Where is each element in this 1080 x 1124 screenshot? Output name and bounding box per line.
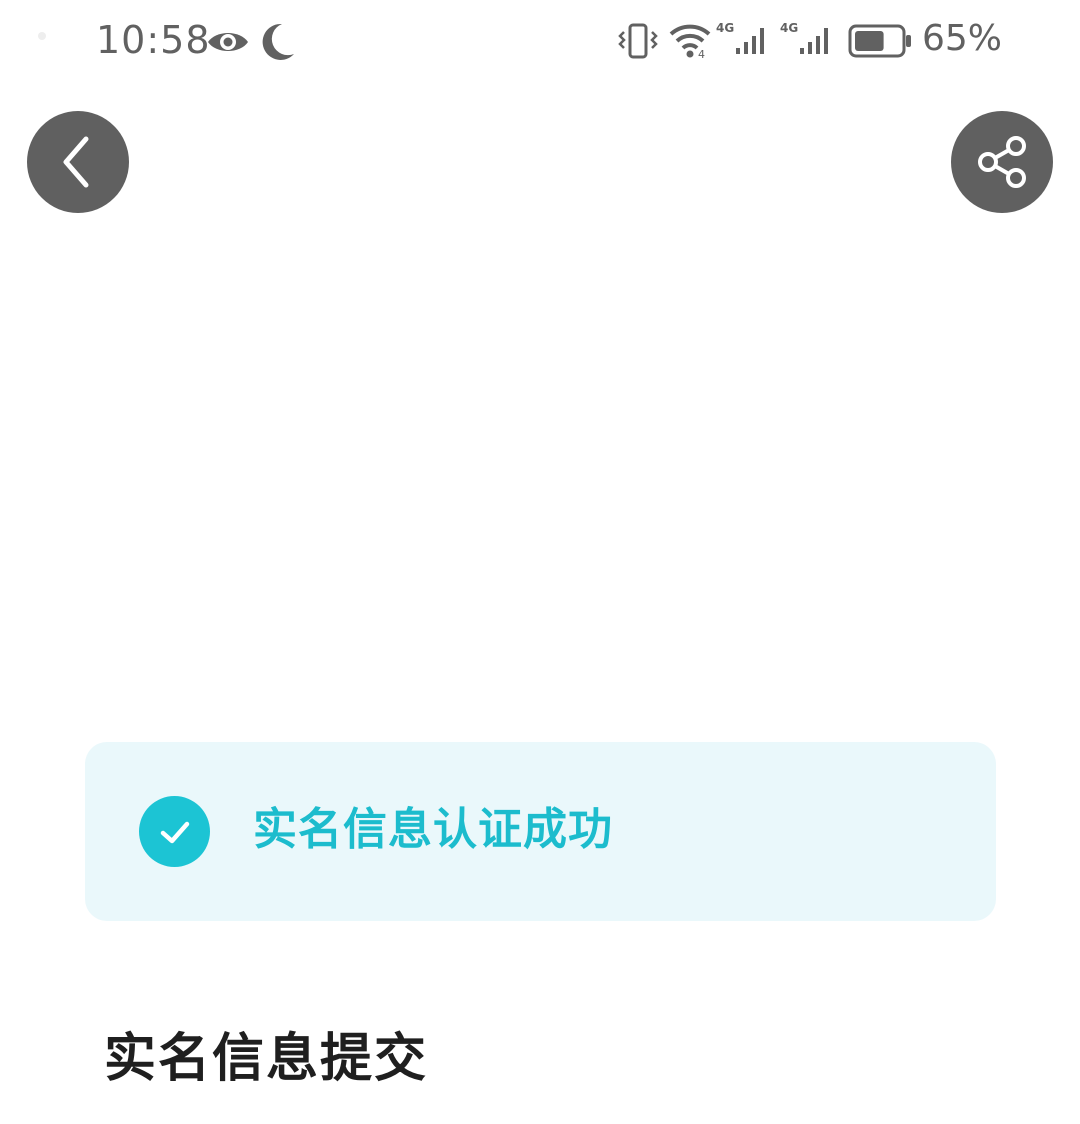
back-button[interactable] xyxy=(27,111,129,213)
share-icon xyxy=(978,136,1026,188)
signal-icon: 4G xyxy=(716,21,764,54)
notification-dot xyxy=(38,32,46,40)
share-button[interactable] xyxy=(951,111,1053,213)
svg-text:4G: 4G xyxy=(780,21,798,35)
success-badge xyxy=(139,796,210,867)
section-title: 实名信息提交 xyxy=(104,1029,429,1089)
signal-icon: 4G xyxy=(780,21,828,54)
verification-success-card: 实名信息认证成功 xyxy=(85,742,996,921)
status-time: 10:58 xyxy=(96,18,211,62)
svg-text:4: 4 xyxy=(698,48,705,61)
eye-icon xyxy=(208,33,248,51)
success-message: 实名信息认证成功 xyxy=(253,804,613,855)
vibrate-icon xyxy=(618,23,658,59)
battery-percent: 65% xyxy=(922,18,1003,59)
check-icon xyxy=(160,821,189,843)
status-bar: 10:58 4 4G 4G 65% xyxy=(0,0,1080,84)
moon-icon xyxy=(262,23,294,60)
chevron-left-icon xyxy=(63,136,89,188)
battery-icon xyxy=(848,24,911,58)
svg-text:4G: 4G xyxy=(716,21,734,35)
wifi-icon: 4 xyxy=(669,24,711,61)
